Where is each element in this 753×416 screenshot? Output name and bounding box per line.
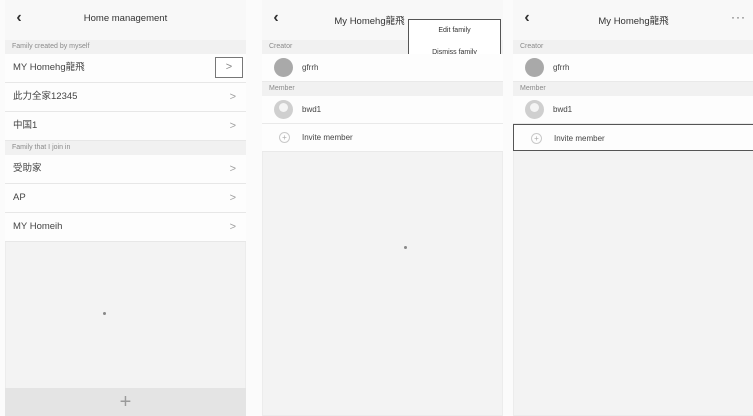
family-detail-screen: ‹ My Homehg龍飛 ··· Creator gfrrh Member b… [513,0,753,416]
family-row[interactable]: MY Homehg龍飛 > [5,54,246,83]
section-header-member: Member [513,82,753,96]
section-header-creator: Creator [513,40,753,54]
member-name: bwd1 [553,105,573,114]
family-row[interactable]: 此力全家12345 > [5,83,246,112]
avatar [525,58,544,77]
header: ‹ My Homehg龍飛 ··· [513,0,753,40]
plus-icon: + [531,133,542,144]
back-chevron-icon[interactable]: ‹ [519,9,535,27]
invite-member-label: Invite member [554,134,605,143]
member-row[interactable]: bwd1 [513,96,753,124]
add-family-button[interactable]: + [5,388,246,416]
chevron-right-icon: > [229,221,236,233]
section-header-member: Member [262,82,503,96]
chevron-right-icon: > [229,120,236,132]
invite-member-row[interactable]: + Invite member [513,124,753,151]
family-row[interactable]: 受助家 > [5,155,246,184]
plus-icon: + [279,132,290,143]
family-detail-menu-screen: ‹ My Homehg龍飛 Edit family Dismiss family… [262,0,503,416]
chevron-right-icon: > [229,163,236,175]
family-name: AP [13,192,26,203]
family-name: MY Homehg龍飛 [13,62,85,73]
home-management-screen: ‹ Home management Family created by myse… [5,0,246,416]
section-header-created: Family created by myself [5,40,246,54]
family-name: 受助家 [13,163,42,174]
family-name: 此力全家12345 [13,91,78,102]
chevron-right-icon: > [229,192,236,204]
member-row[interactable]: bwd1 [262,96,503,124]
edit-family-menu-item[interactable]: Edit family [409,20,500,42]
back-chevron-icon[interactable]: ‹ [11,9,27,27]
more-options-icon[interactable]: ··· [731,10,746,24]
creator-row[interactable]: gfrrh [513,54,753,82]
member-name: bwd1 [302,105,322,114]
family-name: MY Homeih [13,221,63,232]
back-chevron-icon[interactable]: ‹ [268,9,284,27]
chevron-right-icon[interactable]: > [215,57,243,78]
avatar [274,100,293,119]
family-row[interactable]: 中国1 > [5,112,246,141]
chevron-right-icon: > [229,91,236,103]
creator-row[interactable]: gfrrh [262,54,503,82]
page-title: My Homehg龍飛 [334,16,405,27]
cursor-marker [404,246,407,249]
creator-name: gfrrh [553,63,570,72]
family-row[interactable]: MY Homeih > [5,213,246,242]
page-title: My Homehg龍飛 [598,16,669,27]
header: ‹ Home management [5,0,246,40]
page-title: Home management [83,13,168,24]
family-row[interactable]: AP > [5,184,246,213]
cursor-marker [103,312,106,315]
family-name: 中国1 [13,120,38,131]
section-header-joined: Family that I join in [5,141,246,155]
invite-member-row[interactable]: + Invite member [262,124,503,152]
avatar [274,58,293,77]
creator-name: gfrrh [302,63,319,72]
avatar [525,100,544,119]
invite-member-label: Invite member [302,133,353,142]
